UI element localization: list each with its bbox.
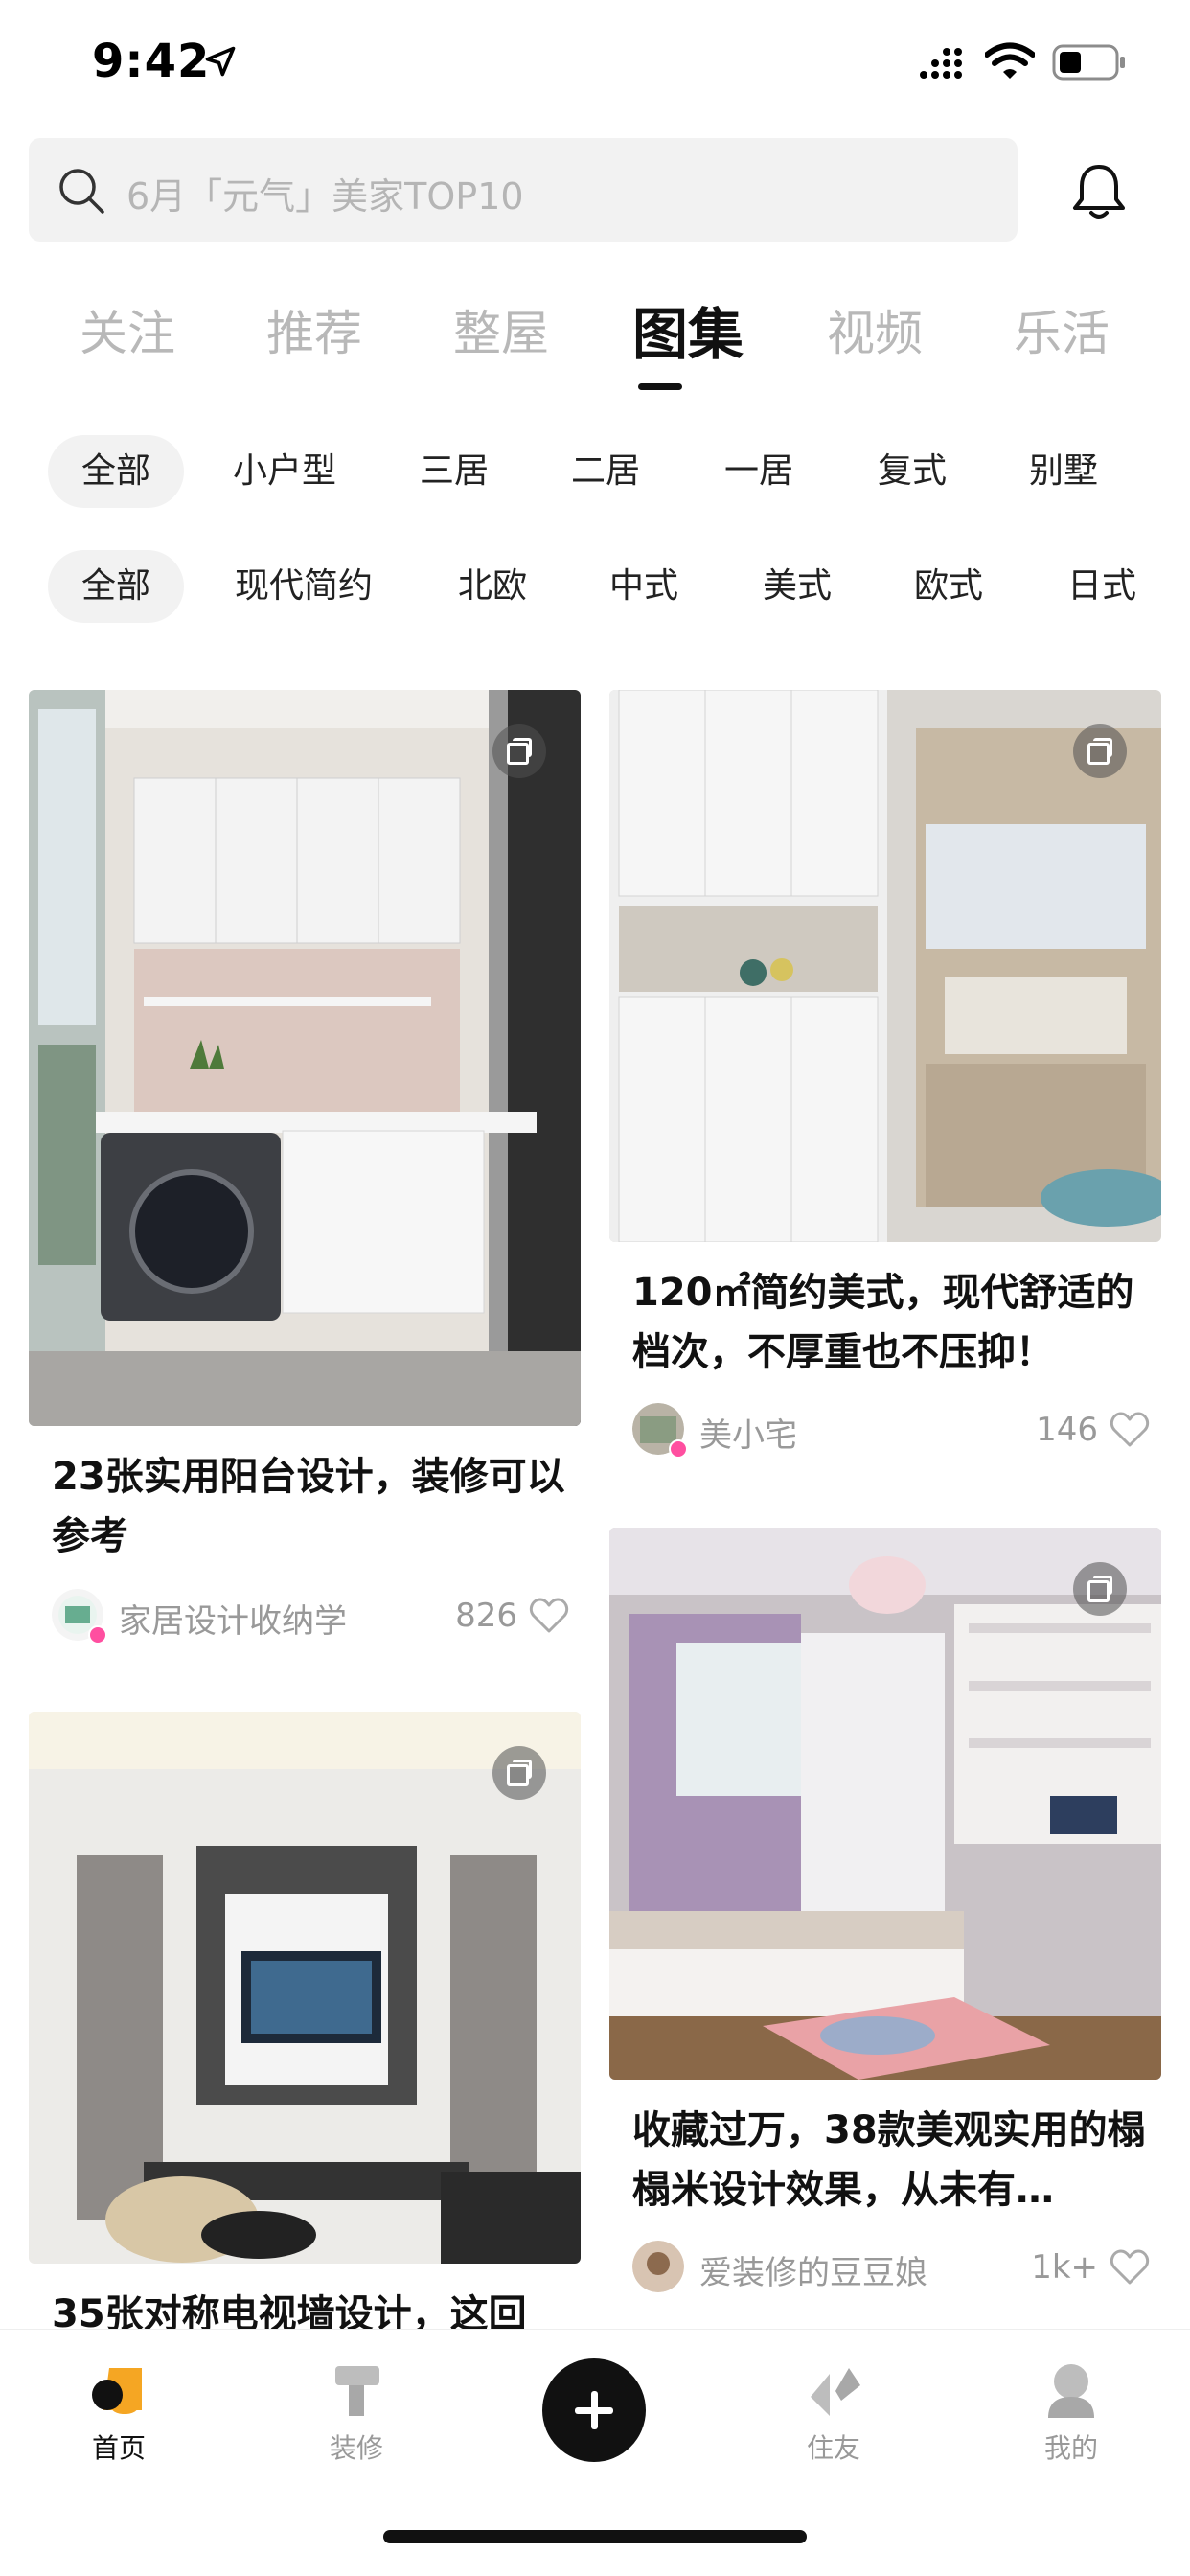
active-tab-indicator	[638, 383, 682, 390]
home-icon	[92, 2368, 142, 2414]
verified-badge-icon	[669, 1439, 688, 1459]
card-image-balcony	[29, 690, 581, 1426]
battery-icon	[1052, 44, 1125, 80]
filter-style-japanese[interactable]: 日式	[1035, 550, 1169, 623]
filter-layout-1br[interactable]: 一居	[692, 435, 826, 508]
multi-image-icon	[1073, 1562, 1127, 1616]
layout-filter-row: 全部 小户型 三居 二居 一居 复式 别墅	[0, 435, 1190, 508]
nav-community[interactable]: 住友	[757, 2330, 910, 2473]
card-meta: 美小宅 146	[632, 1403, 1150, 1459]
author-name[interactable]: 美小宅	[699, 1409, 797, 1456]
search-bar[interactable]: 6月「元气」美家TOP10	[29, 138, 1018, 242]
card-meta: 爱装修的豆豆娘 1k+	[632, 2241, 1150, 2294]
like-count: 146	[1036, 1411, 1098, 1449]
nav-decorate[interactable]: 装修	[280, 2330, 433, 2473]
nav-label-community: 住友	[806, 2432, 860, 2464]
community-icon	[811, 2368, 860, 2416]
card-title: 120㎡简约美式，现代舒适的档次，不厚重也不压抑！	[632, 1271, 1134, 1374]
filter-style-modern[interactable]: 现代简约	[213, 550, 395, 623]
category-tabs: 关注 推荐 整屋 图集 视频 乐活	[0, 288, 1190, 402]
filter-layout-2br[interactable]: 二居	[538, 435, 673, 508]
status-bar: 9:42	[0, 0, 1190, 126]
card-image-entryway	[609, 690, 1161, 1242]
multi-image-icon	[492, 1746, 546, 1800]
filter-layout-3br[interactable]: 三居	[387, 435, 521, 508]
card-title: 23张实用阳台设计，装修可以参考	[52, 1455, 565, 1558]
location-arrow-icon	[205, 46, 236, 77]
tab-follow[interactable]: 关注	[32, 295, 223, 364]
home-indicator[interactable]	[383, 2530, 807, 2543]
tab-whole-house[interactable]: 整屋	[405, 295, 597, 364]
nav-profile[interactable]: 我的	[995, 2330, 1148, 2473]
verified-badge-icon	[88, 1625, 107, 1644]
wifi-icon	[985, 42, 1035, 79]
feed-card[interactable]: 35张对称电视墙设计，这回	[29, 1712, 581, 2344]
card-image-tatami-room	[609, 1528, 1161, 2080]
filter-layout-all[interactable]: 全部	[48, 435, 184, 508]
nav-home[interactable]: 首页	[42, 2330, 195, 2473]
heart-icon[interactable]	[1110, 2248, 1150, 2287]
nav-label-profile: 我的	[1043, 2432, 1098, 2464]
filter-layout-duplex[interactable]: 复式	[845, 435, 979, 508]
filter-layout-small[interactable]: 小户型	[213, 435, 356, 508]
filter-style-chinese[interactable]: 中式	[577, 550, 711, 623]
search-placeholder: 6月「元气」美家TOP10	[126, 175, 524, 218]
nav-label-home: 首页	[91, 2432, 146, 2464]
author-avatar	[632, 2241, 684, 2292]
style-filter-row: 全部 现代简约 北欧 中式 美式 欧式 日式	[0, 550, 1190, 623]
author-name[interactable]: 家居设计收纳学	[119, 1595, 347, 1642]
filter-layout-villa[interactable]: 别墅	[996, 435, 1131, 508]
heart-icon[interactable]	[529, 1597, 569, 1635]
filter-style-american[interactable]: 美式	[730, 550, 864, 623]
like-count: 826	[455, 1597, 517, 1635]
tab-recommend[interactable]: 推荐	[218, 295, 410, 364]
filter-style-nordic[interactable]: 北欧	[425, 550, 560, 623]
feed-card[interactable]: 120㎡简约美式，现代舒适的档次，不厚重也不压抑！ 美小宅 146	[609, 690, 1161, 1476]
cellular-signal-icon	[920, 48, 962, 79]
status-time: 9:42	[92, 34, 211, 88]
feed-card[interactable]: 收藏过万，38款美观实用的榻榻米设计效果，从未有… 爱装修的豆豆娘 1k+	[609, 1528, 1161, 2313]
multi-image-icon	[492, 724, 546, 778]
feed-card[interactable]: 23张实用阳台设计，装修可以参考 家居设计收纳学 826	[29, 690, 581, 1648]
author-name[interactable]: 爱装修的豆豆娘	[699, 2246, 927, 2293]
card-meta: 家居设计收纳学 826	[52, 1589, 569, 1644]
heart-icon[interactable]	[1110, 1411, 1150, 1449]
notification-bell-icon[interactable]	[1069, 161, 1129, 222]
like-count: 1k+	[1031, 2248, 1098, 2287]
nav-label-decorate: 装修	[329, 2432, 383, 2464]
search-icon	[59, 169, 104, 214]
add-post-button[interactable]	[542, 2358, 646, 2462]
profile-icon	[1048, 2364, 1094, 2418]
multi-image-icon	[1073, 724, 1127, 778]
decorate-icon	[335, 2366, 379, 2416]
tab-lifestyle[interactable]: 乐活	[966, 295, 1157, 364]
tab-video[interactable]: 视频	[779, 295, 971, 364]
filter-style-european[interactable]: 欧式	[881, 550, 1016, 623]
tab-gallery[interactable]: 图集	[592, 289, 784, 370]
card-image-tv-wall	[29, 1712, 581, 2264]
filter-style-all[interactable]: 全部	[48, 550, 184, 623]
card-title: 收藏过万，38款美观实用的榻榻米设计效果，从未有…	[632, 2108, 1146, 2212]
